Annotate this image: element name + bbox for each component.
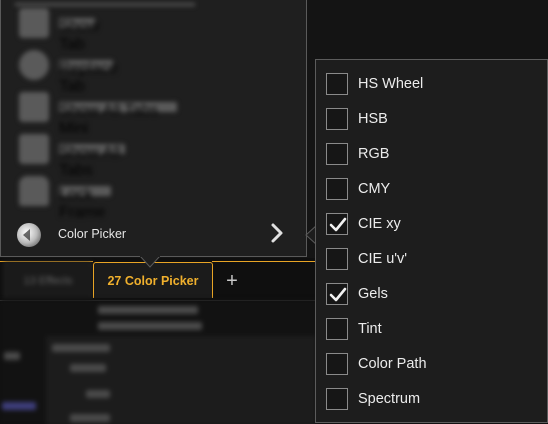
color-picker-icon (17, 223, 41, 247)
menu-item-label: Tint (358, 321, 382, 337)
lock-icon (19, 176, 49, 206)
checkbox[interactable] (326, 283, 348, 305)
toolbox-item-show-all-tabs[interactable]: Show All Tabs (15, 130, 295, 179)
toolbox-item-label: Show All Tabs Mini (59, 102, 177, 137)
tabs-mini-icon (19, 92, 49, 122)
toolbox-item-label: Replace Tab (59, 60, 118, 95)
toolbox-item-show-all-tabs-mini[interactable]: Show All Tabs Mini (15, 88, 295, 137)
blurred-text (70, 364, 106, 372)
blurred-text (70, 414, 110, 422)
menu-item-label: Gels (358, 286, 388, 302)
tab-icon (19, 8, 49, 38)
blurred-text (98, 322, 202, 330)
menu-item-cmy[interactable]: CMY (326, 175, 546, 205)
replace-icon (19, 50, 49, 80)
toolbox-item-label: Show Tab (59, 18, 100, 53)
menu-item-label: HSB (358, 111, 388, 127)
menu-item-cie-uv[interactable]: CIE u'v' (326, 245, 546, 275)
toolbox-item-color-picker[interactable]: Color Picker (15, 216, 295, 252)
toolbox-item-replace-tab[interactable]: Replace Tab (15, 46, 295, 95)
blurred-text (86, 390, 110, 398)
checkbox[interactable] (326, 353, 348, 375)
menu-item-spectrum[interactable]: Spectrum (326, 385, 546, 415)
add-tab-button[interactable]: + (222, 271, 242, 291)
tab-bar-accent-line (212, 261, 316, 262)
blurred-text (2, 402, 36, 410)
blurred-text (4, 352, 20, 360)
checkmark-icon (329, 217, 347, 232)
checkmark-icon (329, 287, 347, 302)
menu-item-label: Spectrum (358, 391, 421, 407)
popup-pointer (140, 256, 160, 268)
menu-item-rgb[interactable]: RGB (326, 140, 546, 170)
menu-item-hs-wheel[interactable]: HS Wheel (326, 70, 546, 100)
checkbox[interactable] (326, 318, 348, 340)
checkbox[interactable] (326, 143, 348, 165)
menu-item-cie-xy[interactable]: CIE xy (326, 210, 546, 240)
toolbox-item-lock-frame[interactable]: Lock Frame (15, 172, 295, 221)
blurred-text (98, 306, 198, 314)
toolbox-item-label: Lock Frame (59, 186, 111, 221)
checkbox[interactable] (326, 178, 348, 200)
menu-item-label: Color Path (358, 356, 427, 372)
menu-item-label: CIE xy (358, 216, 401, 232)
menu-item-tint[interactable]: Tint (326, 315, 546, 345)
menu-item-label: CIE u'v' (358, 251, 408, 267)
menu-item-label: RGB (358, 146, 390, 162)
menu-item-hsb[interactable]: HSB (326, 105, 546, 135)
color-picker-label: Color Picker (58, 227, 127, 241)
menu-item-gels[interactable]: Gels (326, 280, 546, 310)
menu-item-label: CMY (358, 181, 391, 197)
blurred-text (52, 344, 110, 352)
checkbox[interactable] (326, 213, 348, 235)
app-window: 13 Effects 27 Color Picker + Show Tab Re… (0, 0, 548, 424)
menu-item-color-path[interactable]: Color Path (326, 350, 546, 380)
tabs-icon (19, 134, 49, 164)
checkbox[interactable] (326, 388, 348, 410)
chevron-right-icon[interactable] (269, 222, 285, 244)
toolbox-popup: Show Tab Replace Tab Show All Tabs Mini … (0, 0, 307, 257)
checkbox[interactable] (326, 248, 348, 270)
checkbox[interactable] (326, 108, 348, 130)
color-model-menu: HS Wheel HSB RGB CMY CIE xy CIE u'v' Gel… (315, 59, 548, 423)
menu-item-label: HS Wheel (358, 76, 424, 92)
toolbox-item-label: Show All Tabs (59, 144, 125, 179)
tab-effects[interactable]: 13 Effects (4, 262, 92, 299)
checkbox[interactable] (326, 73, 348, 95)
toolbox-item-show-tab[interactable]: Show Tab (15, 4, 295, 53)
